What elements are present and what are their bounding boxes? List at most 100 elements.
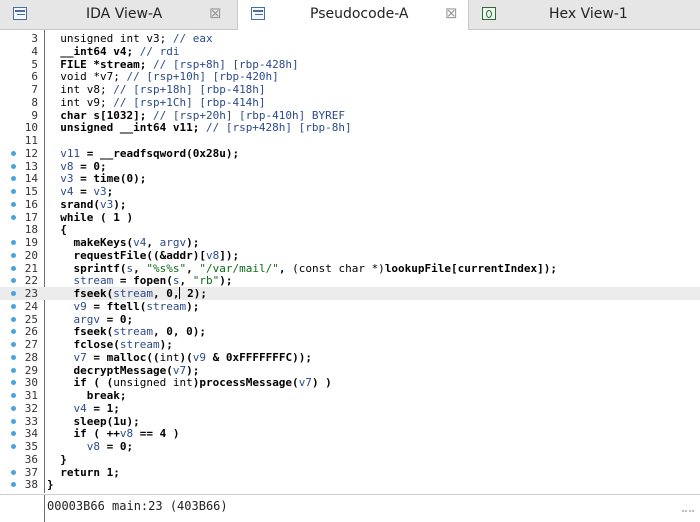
code-line[interactable]: 27 fclose(stream); [0,338,700,351]
code-line[interactable]: 18 { [0,223,700,236]
code-token: } [47,452,67,466]
code-text: int v9; // [rsp+1Ch] [rbp-414h] [47,95,266,109]
code-line[interactable]: 11 [0,134,700,147]
code-line[interactable]: 29 decryptMessage(v7); [0,364,700,377]
code-line[interactable]: 35 v8 = 0; [0,440,700,453]
code-text: sprintf(s, "%s%s", "/var/mail/", (const … [47,262,557,275]
code-token: lookupFile[currentIndex]); [384,261,557,275]
resize-grip[interactable] [682,510,694,518]
line-number: 18 [24,223,38,237]
code-token: if ( ++ [47,427,120,441]
tab-label: Hex View-1 [549,6,628,22]
code-text: fclose(stream); [47,338,172,351]
code-token: == 4 ) [133,427,180,441]
code-text: FILE *stream; // [rsp+8h] [rbp-428h] [47,57,299,71]
code-line[interactable]: 36 } [0,453,700,466]
tab-ida-view[interactable]: IDA View-A ⊠ [0,0,238,29]
code-token: // [rsp+1Ch] [rbp-414h] [113,95,266,109]
code-token: // [rsp+8h] [rbp-428h] [152,57,299,71]
code-line[interactable]: 8 int v9; // [rsp+1Ch] [rbp-414h] [0,96,700,109]
tab-label: Pseudocode-A [310,6,409,22]
line-number: 16 [24,197,38,211]
code-line[interactable]: 37 return 1; [0,466,700,479]
code-line[interactable]: 5 FILE *stream; // [rsp+8h] [rbp-428h] [0,58,700,71]
code-text: } [47,478,54,491]
code-text: v8 = 0; [47,159,107,173]
code-line[interactable]: 15 v4 = v3; [0,185,700,198]
code-line[interactable]: 38} [0,478,700,491]
code-line[interactable]: 7 int v8; // [rsp+18h] [rbp-418h] [0,83,700,96]
code-text: v4 = v3; [47,185,113,198]
status-gutter [0,495,45,522]
code-token: ); [186,363,200,377]
code-line[interactable]: 25 argv = 0; [0,313,700,326]
line-number: 34 [24,427,38,441]
code-token: & 0xFFFFFFFC)); [205,350,312,364]
code-line[interactable]: 3 unsigned int v3; // eax [0,32,700,45]
code-line[interactable]: 26 fseek(stream, 0, 0); [0,325,700,338]
code-token: v3 [47,172,74,186]
code-line[interactable]: 9 char s[1032]; // [rsp+20h] [rbp-410h] … [0,109,700,122]
status-address: 00003B66 main:23 (403B66) [47,499,228,513]
code-token: ]); [219,248,240,262]
code-token: if ( ( [47,376,114,390]
code-line[interactable]: 33 sleep(1u); [0,415,700,428]
code-token: = 0; [73,159,107,173]
code-token: = __readfsqword(0x28u); [80,146,240,160]
code-line[interactable]: 31 break; [0,389,700,402]
code-line[interactable]: 10 unsigned __int64 v11; // [rsp+428h] [… [0,121,700,134]
code-line[interactable]: 13 v8 = 0; [0,160,700,173]
code-line[interactable]: 20 requestFile((&addr)[v8]); [0,249,700,262]
code-token: stream [113,287,153,300]
line-number: 17 [24,210,38,224]
code-line[interactable]: 28 v7 = malloc((int)(v9 & 0xFFFFFFFC)); [0,351,700,364]
code-line[interactable]: 32 v4 = 1; [0,402,700,415]
close-icon[interactable]: ⊠ [445,4,458,22]
code-line[interactable]: 22 stream = fopen(s, "rb"); [0,274,700,287]
code-token: return 1; [47,465,120,479]
pseudocode-view[interactable]: 3 unsigned int v3; // eax 4 __int64 v4; /… [0,30,700,493]
code-text: stream = fopen(s, "rb"); [47,274,232,287]
code-token: ); [186,299,200,313]
code-text: decryptMessage(v7); [47,364,199,377]
code-text: v4 = 1; [47,402,119,415]
code-line[interactable]: 34 if ( ++v8 == 4 ) [0,427,700,440]
tab-pseudocode[interactable]: Pseudocode-A ⊠ [238,0,469,30]
pseudocode-icon [251,7,265,20]
code-line[interactable]: 23 fseek(stream, 0, 2); [0,287,700,300]
line-number: 32 [24,401,38,415]
code-text: { [47,223,67,236]
line-number: 25 [24,312,38,326]
code-line[interactable]: 17 while ( 1 ) [0,211,700,224]
code-line[interactable]: 16 srand(v3); [0,198,700,211]
code-token: while ( 1 ) [47,210,134,224]
code-line[interactable]: 6 void *v7; // [rsp+10h] [rbp-420h] [0,70,700,83]
line-number: 11 [24,134,38,147]
line-number: 3 [31,32,38,45]
code-line[interactable]: 19 makeKeys(v4, argv); [0,236,700,249]
line-number: 19 [24,236,38,249]
close-icon[interactable]: ⊠ [209,4,222,22]
code-text: } [47,453,67,466]
line-number: 37 [24,465,38,479]
code-line[interactable]: 30 if ( (unsigned int)processMessage(v7)… [0,376,700,389]
code-line[interactable]: 14 v3 = time(0); [0,172,700,185]
code-token: "/var/mail/" [199,261,279,275]
code-line[interactable]: 21 sprintf(s, "%s%s", "/var/mail/", (con… [0,262,700,275]
code-text: fseek(stream, 0, 0); [47,325,205,339]
code-token: fseek( [47,325,114,339]
line-number: 13 [24,159,38,173]
code-token: = 0; [99,440,134,453]
code-text: v11 = __readfsqword(0x28u); [47,147,239,160]
code-token: // [rsp+10h] [rbp-420h] [126,70,279,84]
code-token: v7 [298,376,312,390]
code-line[interactable]: 24 v9 = ftell(stream); [0,300,700,313]
code-text: void *v7; // [rsp+10h] [rbp-420h] [47,70,279,83]
code-token: v9 [47,299,87,313]
code-line[interactable]: 12 v11 = __readfsqword(0x28u); [0,147,700,160]
code-token: ) ) [311,376,332,390]
code-text: unsigned __int64 v11; // [rsp+428h] [rbp… [47,121,351,134]
code-line[interactable]: 4 __int64 v4; // rdi [0,45,700,58]
tab-hex-view[interactable]: Hex View-1 [469,0,700,29]
code-token: char s[1032]; [47,108,153,122]
